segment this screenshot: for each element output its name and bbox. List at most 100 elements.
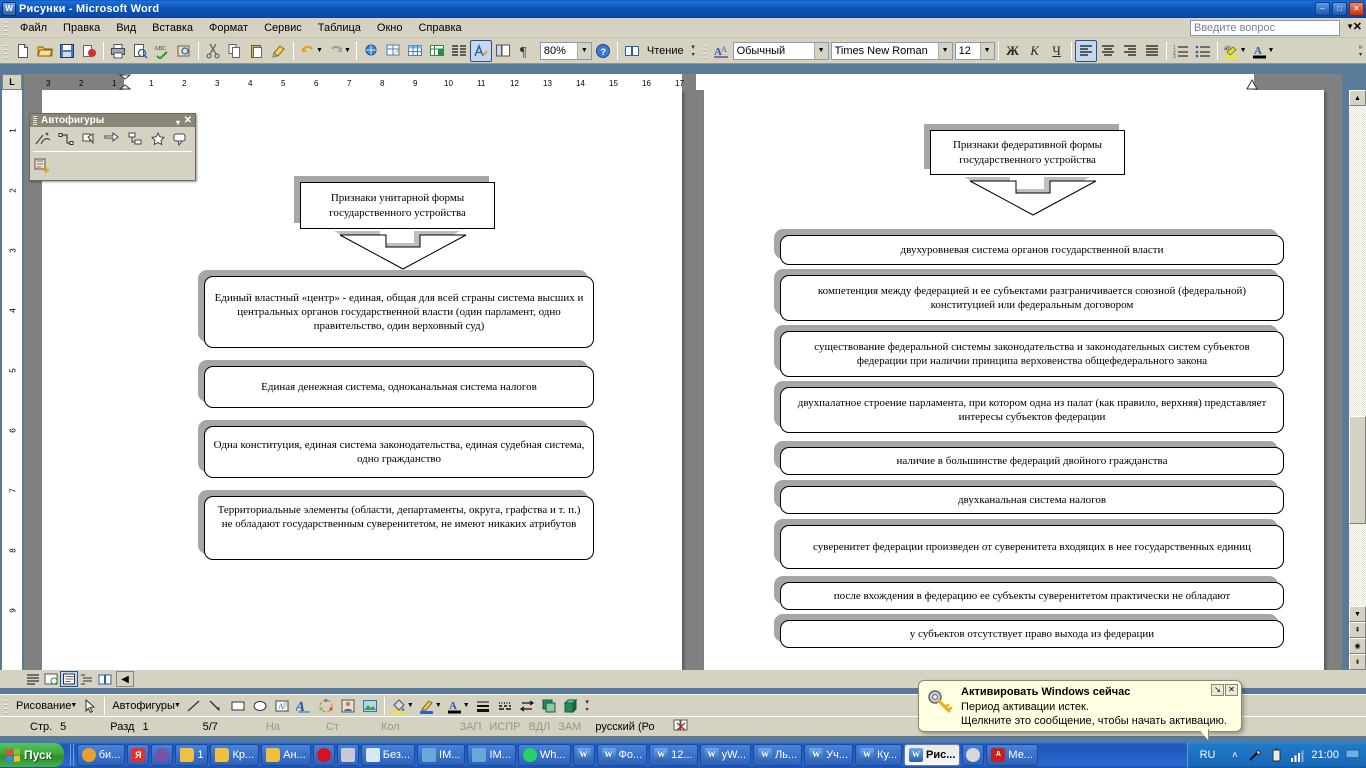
cut-icon[interactable] xyxy=(202,40,224,62)
scroll-up-button[interactable]: ▲ xyxy=(1349,90,1366,106)
taskbar-item[interactable]: Я xyxy=(127,744,150,766)
3d-style-icon[interactable] xyxy=(560,695,582,717)
taskbar-item[interactable] xyxy=(962,744,985,766)
battery-icon[interactable] xyxy=(1269,748,1284,763)
columns-icon[interactable] xyxy=(448,40,470,62)
taskbar-item[interactable]: Ан... xyxy=(261,744,311,766)
taskbar-item[interactable]: W xyxy=(572,744,595,766)
menu-help[interactable]: Справка xyxy=(410,20,469,36)
undo-icon[interactable] xyxy=(297,40,319,62)
reading-layout-label[interactable]: Чтение xyxy=(643,45,688,57)
status-ext-indicator[interactable]: ВДЛ xyxy=(525,721,555,733)
scroll-down-button[interactable]: ▼ xyxy=(1349,606,1366,622)
status-language[interactable]: русский (Ро xyxy=(591,721,658,733)
picture-icon[interactable] xyxy=(359,695,381,717)
line-style-icon[interactable] xyxy=(472,695,494,717)
tables-borders-icon[interactable] xyxy=(382,40,404,62)
outline-view-button[interactable] xyxy=(78,671,96,687)
windows-activation-balloon[interactable]: Активировать Windows сейчас Период актив… xyxy=(918,680,1242,732)
menu-view[interactable]: Вид xyxy=(108,20,144,36)
taskbar-item[interactable] xyxy=(336,744,359,766)
menu-grip[interactable] xyxy=(2,19,9,36)
email-icon[interactable] xyxy=(78,40,100,62)
right-item-3-shape[interactable]: существование федеральной системы законо… xyxy=(774,325,1284,377)
text-box-icon[interactable]: A xyxy=(271,695,293,717)
line-icon[interactable] xyxy=(183,695,205,717)
select-objects-icon[interactable] xyxy=(79,695,101,717)
web-layout-view-button[interactable] xyxy=(42,671,60,687)
palette-options-icon[interactable]: ▾ xyxy=(176,116,180,129)
drawbar-overflow-icon[interactable]: ▾ ▾ xyxy=(582,695,593,717)
taskbar-item[interactable]: W Ку... xyxy=(855,744,903,766)
format-painter-icon[interactable] xyxy=(268,40,290,62)
balloon-minimize-icon[interactable]: ↘ xyxy=(1211,684,1224,696)
research-icon[interactable] xyxy=(173,40,195,62)
font-color-icon[interactable]: A xyxy=(1249,40,1271,62)
left-item-2-shape[interactable]: Единая денежная система, одноканальная с… xyxy=(198,360,594,408)
safely-remove-icon[interactable] xyxy=(1248,748,1263,763)
taskbar-item[interactable]: W Рис... xyxy=(904,744,961,766)
save-icon[interactable] xyxy=(56,40,78,62)
menu-edit[interactable]: Правка xyxy=(55,20,108,36)
status-ovr-indicator[interactable]: ЗАМ xyxy=(554,721,585,733)
copy-icon[interactable] xyxy=(224,40,246,62)
taskbar-item[interactable] xyxy=(151,744,174,766)
bulleted-list-icon[interactable] xyxy=(1192,40,1214,62)
arrow-icon[interactable] xyxy=(205,695,227,717)
hyperlink-icon[interactable] xyxy=(360,40,382,62)
taskbar-clock[interactable]: 21:00 xyxy=(1311,749,1339,761)
font-combo[interactable]: Times New Roman ▼ xyxy=(830,41,953,60)
insert-table-icon[interactable] xyxy=(404,40,426,62)
palette-close-icon[interactable]: ✕ xyxy=(184,114,192,127)
reading-layout-icon[interactable] xyxy=(621,40,643,62)
balloon-close-icon[interactable]: ✕ xyxy=(1225,684,1238,696)
connectors-autoshape-icon[interactable] xyxy=(55,129,77,149)
align-right-icon[interactable] xyxy=(1119,40,1141,62)
toolbar-grip-1[interactable] xyxy=(2,42,9,59)
print-icon[interactable] xyxy=(107,40,129,62)
print-preview-icon[interactable] xyxy=(129,40,151,62)
taskbar-item[interactable]: Кр... xyxy=(210,744,260,766)
hscroll-left-button[interactable]: ◀ xyxy=(116,671,134,687)
reading-layout-view-button[interactable] xyxy=(96,671,114,687)
vertical-scroll-thumb[interactable] xyxy=(1349,416,1366,524)
menu-tools[interactable]: Сервис xyxy=(256,20,310,36)
right-item-9-shape[interactable]: у субъектов отсутствует право выхода из … xyxy=(774,614,1284,648)
menu-format[interactable]: Формат xyxy=(201,20,256,36)
flowchart-autoshape-icon[interactable] xyxy=(124,129,146,149)
right-item-5-shape[interactable]: наличие в большинстве федераций двойного… xyxy=(774,441,1284,475)
callouts-autoshape-icon[interactable] xyxy=(170,129,192,149)
left-item-3-shape[interactable]: Одна конституция, единая система законод… xyxy=(198,420,594,478)
font-dropdown-icon[interactable]: ▼ xyxy=(937,42,952,59)
print-layout-view-button[interactable] xyxy=(60,671,78,687)
oval-icon[interactable] xyxy=(249,695,271,717)
taskbar-item[interactable] xyxy=(312,744,335,766)
align-justify-icon[interactable] xyxy=(1141,40,1163,62)
right-item-4-shape[interactable]: двухпалатное строение парламента, при ко… xyxy=(774,381,1284,433)
left-header-shape[interactable]: Признаки унитарной формы государственног… xyxy=(294,176,495,229)
select-browse-object-button[interactable]: ◉ xyxy=(1349,638,1366,654)
drawing-toolbar-icon[interactable] xyxy=(469,39,492,62)
zoom-combo[interactable]: 80% ▼ xyxy=(539,41,592,60)
normal-view-button[interactable] xyxy=(24,671,42,687)
taskbar-item[interactable]: W Фо... xyxy=(596,744,648,766)
taskbar-item[interactable]: 1 xyxy=(175,744,209,766)
autoshapes-palette[interactable]: Автофигуры ▾ ✕ xyxy=(29,113,196,181)
taskbar-item[interactable]: IM... xyxy=(417,744,466,766)
vertical-scroll-track[interactable] xyxy=(1349,106,1366,606)
paste-icon[interactable] xyxy=(246,40,268,62)
tab-stop-selector[interactable]: L xyxy=(2,74,22,90)
stars-banners-autoshape-icon[interactable] xyxy=(147,129,169,149)
language-indicator[interactable]: RU xyxy=(1194,749,1222,761)
draw-menu-label[interactable]: Рисование xyxy=(12,700,73,712)
right-item-8-shape[interactable]: после вхождения в федерацию ее субъекты … xyxy=(774,576,1284,610)
more-autoshapes-icon[interactable] xyxy=(32,156,54,176)
new-document-icon[interactable] xyxy=(12,40,34,62)
menu-insert[interactable]: Вставка xyxy=(144,20,201,36)
menu-window[interactable]: Окно xyxy=(369,20,411,36)
close-button[interactable]: ✕ xyxy=(1349,2,1364,16)
arrow-style-icon[interactable] xyxy=(516,695,538,717)
rectangle-icon[interactable] xyxy=(227,695,249,717)
taskbar-item[interactable]: W 12... xyxy=(649,744,698,766)
show-desktop-icon[interactable] xyxy=(1345,748,1360,763)
